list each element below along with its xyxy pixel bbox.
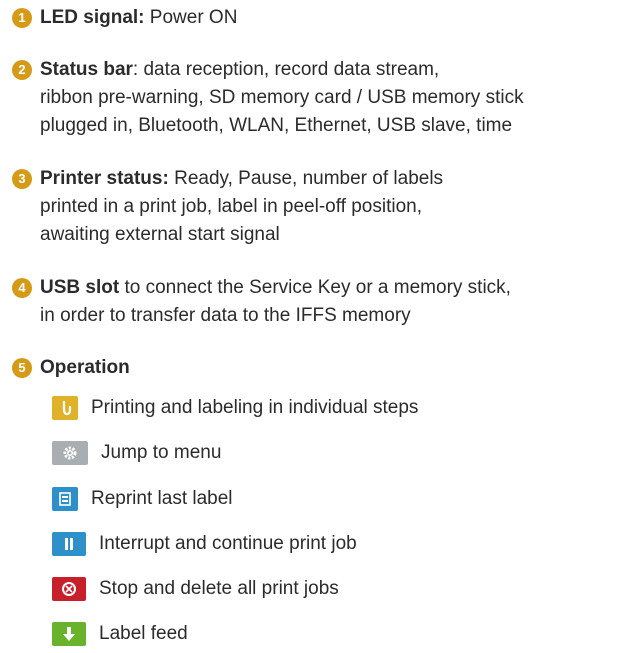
item-title: Operation	[40, 357, 130, 378]
operation-label: Jump to menu	[101, 442, 222, 463]
operation-label: Printing and labeling in individual step…	[91, 397, 419, 418]
reprint-icon	[52, 487, 78, 511]
gear-icon	[52, 441, 88, 465]
operation-row-pause: Interrupt and continue print job	[52, 529, 357, 559]
legend-item-usb-slot: 4 USB slot to connect the Service Key or…	[12, 274, 622, 330]
item-title: LED signal:	[40, 7, 145, 28]
arrow-down-icon	[52, 622, 86, 646]
item-text-line: Power ON	[144, 7, 238, 28]
item-title: Printer status:	[40, 168, 169, 189]
legend-item-led-signal: 1 LED signal: Power ON	[12, 4, 622, 32]
operation-panel-legend: 1 LED signal: Power ON 2 Status bar: dat…	[0, 0, 627, 653]
pause-icon	[52, 532, 86, 556]
item-text-line: Ready, Pause, number of labels	[168, 168, 444, 189]
hand-icon	[52, 396, 78, 420]
legend-item-printer-status: 3 Printer status: Ready, Pause, number o…	[12, 165, 622, 249]
legend-item-operation: 5 Operation	[12, 354, 622, 382]
operation-row-print-step: Printing and labeling in individual step…	[52, 393, 418, 423]
number-badge: 2	[12, 60, 32, 80]
operation-row-label-feed: Label feed	[52, 619, 188, 649]
item-text-line: : data reception, record data stream,	[132, 59, 440, 80]
operation-row-cancel: Stop and delete all print jobs	[52, 574, 339, 604]
item-title: USB slot	[40, 277, 120, 298]
operation-label: Reprint last label	[91, 488, 233, 509]
legend-item-status-bar: 2 Status bar: data reception, record dat…	[12, 56, 622, 140]
cancel-icon	[52, 577, 86, 601]
number-badge: 5	[12, 358, 32, 378]
item-text-line: in order to transfer data to the IFFS me…	[40, 305, 411, 326]
operation-label: Label feed	[99, 623, 188, 644]
operation-label: Stop and delete all print jobs	[99, 578, 339, 599]
item-text-line: to connect the Service Key or a memory s…	[119, 277, 511, 298]
item-text-line: ribbon pre-warning, SD memory card / USB…	[40, 87, 524, 108]
operation-row-reprint: Reprint last label	[52, 484, 233, 514]
item-text-line: printed in a print job, label in peel-of…	[40, 196, 423, 217]
number-badge: 1	[12, 8, 32, 28]
number-badge: 4	[12, 278, 32, 298]
number-badge: 3	[12, 169, 32, 189]
item-text-line: awaiting external start signal	[40, 224, 280, 245]
operation-row-menu: Jump to menu	[52, 438, 221, 468]
item-text-line: plugged in, Bluetooth, WLAN, Ethernet, U…	[40, 115, 513, 136]
item-title: Status bar	[40, 59, 133, 80]
operation-label: Interrupt and continue print job	[99, 533, 357, 554]
